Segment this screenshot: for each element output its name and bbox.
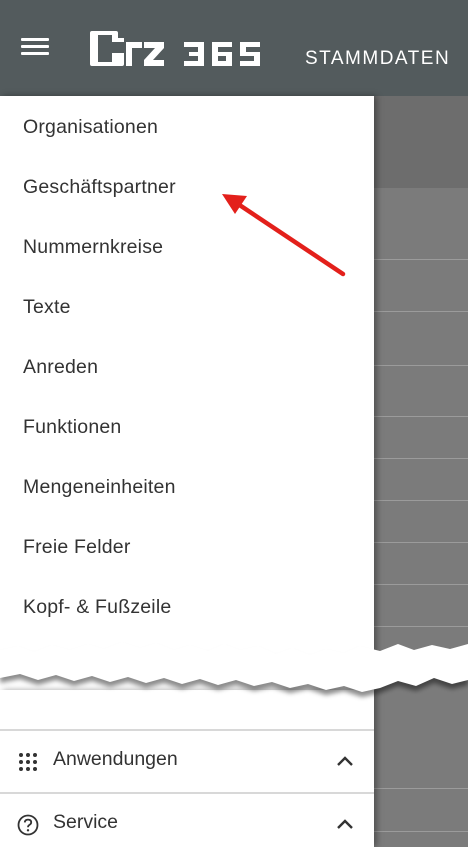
app-screen: STAMMDATEN Organisationen Geschäftspartn… — [0, 0, 468, 847]
hamburger-menu-icon[interactable] — [21, 38, 49, 58]
torn-paper-cut — [0, 642, 468, 697]
nav-item-funktionen[interactable]: Funktionen — [23, 412, 121, 442]
help-circle-icon — [17, 814, 39, 836]
nav-item-organisationen[interactable]: Organisationen — [23, 112, 158, 142]
section-anwendungen-label: Anwendungen — [53, 748, 178, 770]
section-service-label: Service — [53, 811, 119, 833]
navigation-drawer: Organisationen Geschäftspartner Nummernk… — [0, 96, 374, 660]
apps-grid-icon — [19, 753, 37, 771]
erz365-logo — [90, 31, 260, 66]
nav-item-mengeneinheiten[interactable]: Mengeneinheiten — [23, 472, 176, 502]
red-arrow-annotation — [222, 194, 346, 277]
section-service[interactable]: Service — [0, 794, 374, 847]
nav-item-freie-felder[interactable]: Freie Felder — [23, 532, 131, 562]
app-bar: STAMMDATEN — [0, 0, 468, 96]
nav-item-geschaeftspartner[interactable]: Geschäftspartner — [23, 172, 176, 202]
nav-item-nummernkreise[interactable]: Nummernkreise — [23, 232, 163, 262]
section-anwendungen[interactable]: Anwendungen — [0, 731, 374, 791]
content-backdrop — [374, 96, 468, 847]
nav-item-anreden[interactable]: Anreden — [23, 352, 98, 382]
module-title: STAMMDATEN — [305, 48, 451, 69]
chevron-up-icon[interactable] — [336, 816, 354, 832]
nav-item-texte[interactable]: Texte — [23, 292, 71, 322]
chevron-up-icon[interactable] — [336, 753, 354, 769]
